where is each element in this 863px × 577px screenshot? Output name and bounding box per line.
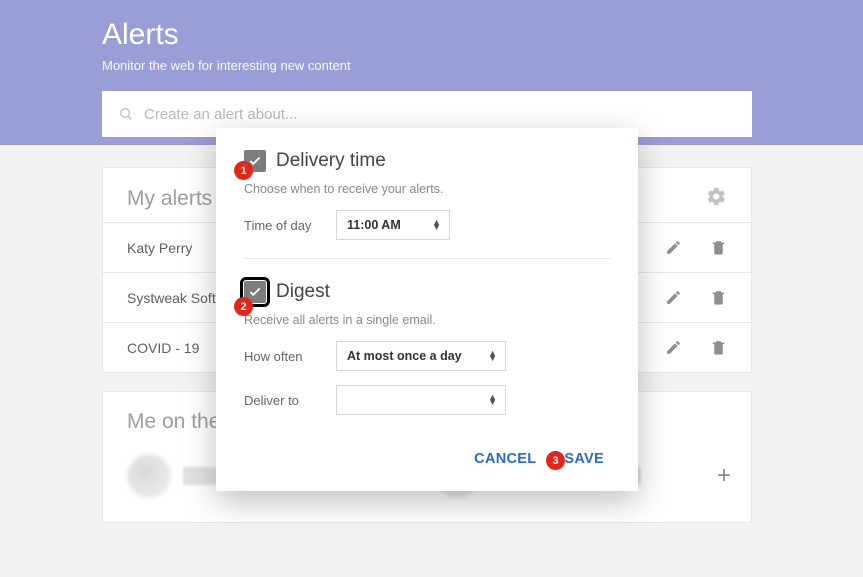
cancel-button[interactable]: CANCEL — [474, 451, 536, 467]
callout-badge-1: 1 — [234, 161, 253, 180]
digest-desc: Receive all alerts in a single email. — [244, 313, 610, 327]
deliver-to-select[interactable]: ▲▼ — [336, 385, 506, 415]
delivery-time-title: Delivery time — [276, 150, 386, 172]
callout-badge-2: 2 — [234, 297, 253, 316]
search-icon — [118, 106, 134, 122]
page-subtitle: Monitor the web for interesting new cont… — [102, 58, 752, 73]
me-heading: Me on the — [127, 410, 220, 434]
updown-icon: ▲▼ — [488, 395, 497, 405]
pencil-icon[interactable] — [665, 339, 682, 356]
callout-badge-3: 3 — [546, 451, 565, 470]
gear-icon[interactable] — [706, 186, 727, 212]
updown-icon: ▲▼ — [432, 220, 441, 230]
time-of-day-select[interactable]: 11:00 AM ▲▼ — [336, 210, 450, 240]
deliver-to-label: Deliver to — [244, 393, 318, 408]
save-button[interactable]: SAVE — [564, 451, 604, 467]
plus-icon[interactable]: + — [717, 462, 731, 490]
alert-name: COVID - 19 — [127, 340, 199, 356]
delivery-time-section: Delivery time Choose when to receive you… — [216, 128, 638, 258]
trash-icon[interactable] — [710, 339, 727, 356]
my-alerts-heading: My alerts — [127, 187, 212, 211]
page-title: Alerts — [102, 18, 752, 52]
pencil-icon[interactable] — [665, 289, 682, 306]
delivery-time-desc: Choose when to receive your alerts. — [244, 182, 610, 196]
time-of-day-label: Time of day — [244, 218, 318, 233]
trash-icon[interactable] — [710, 239, 727, 256]
trash-icon[interactable] — [710, 289, 727, 306]
digest-title: Digest — [276, 281, 330, 303]
time-of-day-value: 11:00 AM — [347, 218, 401, 232]
updown-icon: ▲▼ — [488, 351, 497, 361]
search-input[interactable] — [134, 106, 736, 123]
settings-dialog: Delivery time Choose when to receive you… — [216, 128, 638, 491]
hero-banner: Alerts Monitor the web for interesting n… — [0, 0, 863, 145]
alert-name: Katy Perry — [127, 240, 192, 256]
digest-section: Digest Receive all alerts in a single em… — [216, 259, 638, 433]
how-often-label: How often — [244, 349, 318, 364]
avatar — [127, 454, 171, 498]
how-often-value: At most once a day — [347, 349, 462, 363]
pencil-icon[interactable] — [665, 239, 682, 256]
how-often-select[interactable]: At most once a day ▲▼ — [336, 341, 506, 371]
